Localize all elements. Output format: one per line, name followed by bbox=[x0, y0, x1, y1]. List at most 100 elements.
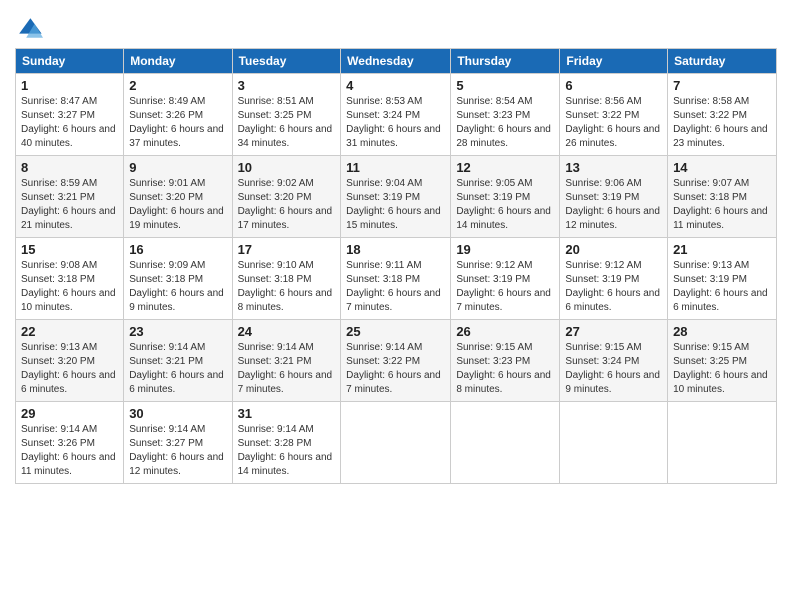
calendar-cell: 28 Sunrise: 9:15 AMSunset: 3:25 PMDaylig… bbox=[668, 320, 777, 402]
calendar-week-row: 1 Sunrise: 8:47 AMSunset: 3:27 PMDayligh… bbox=[16, 74, 777, 156]
day-info: Sunrise: 9:02 AMSunset: 3:20 PMDaylight:… bbox=[238, 178, 333, 231]
calendar-cell: 22 Sunrise: 9:13 AMSunset: 3:20 PMDaylig… bbox=[16, 320, 124, 402]
day-info: Sunrise: 9:06 AMSunset: 3:19 PMDaylight:… bbox=[565, 178, 660, 231]
calendar-cell: 2 Sunrise: 8:49 AMSunset: 3:26 PMDayligh… bbox=[124, 74, 232, 156]
calendar-cell: 1 Sunrise: 8:47 AMSunset: 3:27 PMDayligh… bbox=[16, 74, 124, 156]
day-number: 30 bbox=[129, 406, 226, 421]
calendar-cell: 16 Sunrise: 9:09 AMSunset: 3:18 PMDaylig… bbox=[124, 238, 232, 320]
day-info: Sunrise: 9:09 AMSunset: 3:18 PMDaylight:… bbox=[129, 260, 224, 313]
calendar-cell: 30 Sunrise: 9:14 AMSunset: 3:27 PMDaylig… bbox=[124, 402, 232, 484]
day-info: Sunrise: 9:04 AMSunset: 3:19 PMDaylight:… bbox=[346, 178, 441, 231]
calendar-cell: 12 Sunrise: 9:05 AMSunset: 3:19 PMDaylig… bbox=[451, 156, 560, 238]
day-info: Sunrise: 9:15 AMSunset: 3:23 PMDaylight:… bbox=[456, 342, 551, 395]
day-info: Sunrise: 9:14 AMSunset: 3:28 PMDaylight:… bbox=[238, 424, 333, 477]
day-info: Sunrise: 8:58 AMSunset: 3:22 PMDaylight:… bbox=[673, 96, 768, 149]
calendar-cell: 9 Sunrise: 9:01 AMSunset: 3:20 PMDayligh… bbox=[124, 156, 232, 238]
day-number: 5 bbox=[456, 78, 554, 93]
calendar-header-sunday: Sunday bbox=[16, 49, 124, 74]
day-info: Sunrise: 9:12 AMSunset: 3:19 PMDaylight:… bbox=[565, 260, 660, 313]
day-number: 2 bbox=[129, 78, 226, 93]
day-number: 25 bbox=[346, 324, 445, 339]
calendar-cell bbox=[451, 402, 560, 484]
calendar-cell: 27 Sunrise: 9:15 AMSunset: 3:24 PMDaylig… bbox=[560, 320, 668, 402]
calendar-header-friday: Friday bbox=[560, 49, 668, 74]
day-info: Sunrise: 8:47 AMSunset: 3:27 PMDaylight:… bbox=[21, 96, 116, 149]
calendar-header-saturday: Saturday bbox=[668, 49, 777, 74]
day-number: 3 bbox=[238, 78, 336, 93]
day-number: 17 bbox=[238, 242, 336, 257]
day-number: 10 bbox=[238, 160, 336, 175]
day-number: 8 bbox=[21, 160, 118, 175]
day-info: Sunrise: 8:59 AMSunset: 3:21 PMDaylight:… bbox=[21, 178, 116, 231]
calendar-header-monday: Monday bbox=[124, 49, 232, 74]
calendar-cell bbox=[668, 402, 777, 484]
logo-icon bbox=[15, 14, 43, 42]
calendar-cell: 31 Sunrise: 9:14 AMSunset: 3:28 PMDaylig… bbox=[232, 402, 341, 484]
calendar-cell: 14 Sunrise: 9:07 AMSunset: 3:18 PMDaylig… bbox=[668, 156, 777, 238]
calendar-cell: 19 Sunrise: 9:12 AMSunset: 3:19 PMDaylig… bbox=[451, 238, 560, 320]
day-info: Sunrise: 9:14 AMSunset: 3:21 PMDaylight:… bbox=[129, 342, 224, 395]
day-info: Sunrise: 9:11 AMSunset: 3:18 PMDaylight:… bbox=[346, 260, 441, 313]
day-number: 22 bbox=[21, 324, 118, 339]
calendar-cell: 17 Sunrise: 9:10 AMSunset: 3:18 PMDaylig… bbox=[232, 238, 341, 320]
day-info: Sunrise: 8:49 AMSunset: 3:26 PMDaylight:… bbox=[129, 96, 224, 149]
calendar-cell: 10 Sunrise: 9:02 AMSunset: 3:20 PMDaylig… bbox=[232, 156, 341, 238]
header bbox=[15, 10, 777, 42]
calendar-week-row: 22 Sunrise: 9:13 AMSunset: 3:20 PMDaylig… bbox=[16, 320, 777, 402]
day-info: Sunrise: 9:14 AMSunset: 3:27 PMDaylight:… bbox=[129, 424, 224, 477]
calendar-week-row: 29 Sunrise: 9:14 AMSunset: 3:26 PMDaylig… bbox=[16, 402, 777, 484]
calendar-header-tuesday: Tuesday bbox=[232, 49, 341, 74]
day-info: Sunrise: 9:10 AMSunset: 3:18 PMDaylight:… bbox=[238, 260, 333, 313]
day-number: 9 bbox=[129, 160, 226, 175]
day-number: 7 bbox=[673, 78, 771, 93]
day-number: 11 bbox=[346, 160, 445, 175]
day-number: 24 bbox=[238, 324, 336, 339]
day-info: Sunrise: 9:15 AMSunset: 3:25 PMDaylight:… bbox=[673, 342, 768, 395]
calendar-cell: 29 Sunrise: 9:14 AMSunset: 3:26 PMDaylig… bbox=[16, 402, 124, 484]
calendar-cell: 3 Sunrise: 8:51 AMSunset: 3:25 PMDayligh… bbox=[232, 74, 341, 156]
day-info: Sunrise: 8:51 AMSunset: 3:25 PMDaylight:… bbox=[238, 96, 333, 149]
day-info: Sunrise: 9:05 AMSunset: 3:19 PMDaylight:… bbox=[456, 178, 551, 231]
day-number: 14 bbox=[673, 160, 771, 175]
day-info: Sunrise: 9:15 AMSunset: 3:24 PMDaylight:… bbox=[565, 342, 660, 395]
calendar-cell: 15 Sunrise: 9:08 AMSunset: 3:18 PMDaylig… bbox=[16, 238, 124, 320]
day-number: 23 bbox=[129, 324, 226, 339]
calendar-cell: 5 Sunrise: 8:54 AMSunset: 3:23 PMDayligh… bbox=[451, 74, 560, 156]
calendar-cell: 25 Sunrise: 9:14 AMSunset: 3:22 PMDaylig… bbox=[341, 320, 451, 402]
day-info: Sunrise: 9:12 AMSunset: 3:19 PMDaylight:… bbox=[456, 260, 551, 313]
day-info: Sunrise: 8:56 AMSunset: 3:22 PMDaylight:… bbox=[565, 96, 660, 149]
day-number: 12 bbox=[456, 160, 554, 175]
day-info: Sunrise: 9:13 AMSunset: 3:20 PMDaylight:… bbox=[21, 342, 116, 395]
day-number: 29 bbox=[21, 406, 118, 421]
day-info: Sunrise: 8:53 AMSunset: 3:24 PMDaylight:… bbox=[346, 96, 441, 149]
day-number: 28 bbox=[673, 324, 771, 339]
day-info: Sunrise: 8:54 AMSunset: 3:23 PMDaylight:… bbox=[456, 96, 551, 149]
day-number: 4 bbox=[346, 78, 445, 93]
calendar-cell bbox=[341, 402, 451, 484]
calendar-week-row: 8 Sunrise: 8:59 AMSunset: 3:21 PMDayligh… bbox=[16, 156, 777, 238]
calendar-table: SundayMondayTuesdayWednesdayThursdayFrid… bbox=[15, 48, 777, 484]
calendar-header-row: SundayMondayTuesdayWednesdayThursdayFrid… bbox=[16, 49, 777, 74]
day-number: 1 bbox=[21, 78, 118, 93]
day-number: 20 bbox=[565, 242, 662, 257]
calendar-cell: 26 Sunrise: 9:15 AMSunset: 3:23 PMDaylig… bbox=[451, 320, 560, 402]
day-info: Sunrise: 9:14 AMSunset: 3:26 PMDaylight:… bbox=[21, 424, 116, 477]
calendar-cell: 13 Sunrise: 9:06 AMSunset: 3:19 PMDaylig… bbox=[560, 156, 668, 238]
day-info: Sunrise: 9:08 AMSunset: 3:18 PMDaylight:… bbox=[21, 260, 116, 313]
day-number: 13 bbox=[565, 160, 662, 175]
day-number: 27 bbox=[565, 324, 662, 339]
day-number: 15 bbox=[21, 242, 118, 257]
calendar-cell bbox=[560, 402, 668, 484]
calendar-week-row: 15 Sunrise: 9:08 AMSunset: 3:18 PMDaylig… bbox=[16, 238, 777, 320]
day-number: 21 bbox=[673, 242, 771, 257]
calendar-cell: 8 Sunrise: 8:59 AMSunset: 3:21 PMDayligh… bbox=[16, 156, 124, 238]
day-info: Sunrise: 9:14 AMSunset: 3:21 PMDaylight:… bbox=[238, 342, 333, 395]
calendar-cell: 11 Sunrise: 9:04 AMSunset: 3:19 PMDaylig… bbox=[341, 156, 451, 238]
page: SundayMondayTuesdayWednesdayThursdayFrid… bbox=[0, 0, 792, 612]
calendar-cell: 24 Sunrise: 9:14 AMSunset: 3:21 PMDaylig… bbox=[232, 320, 341, 402]
day-number: 19 bbox=[456, 242, 554, 257]
day-number: 6 bbox=[565, 78, 662, 93]
calendar-cell: 7 Sunrise: 8:58 AMSunset: 3:22 PMDayligh… bbox=[668, 74, 777, 156]
logo bbox=[15, 14, 47, 42]
calendar-header-thursday: Thursday bbox=[451, 49, 560, 74]
